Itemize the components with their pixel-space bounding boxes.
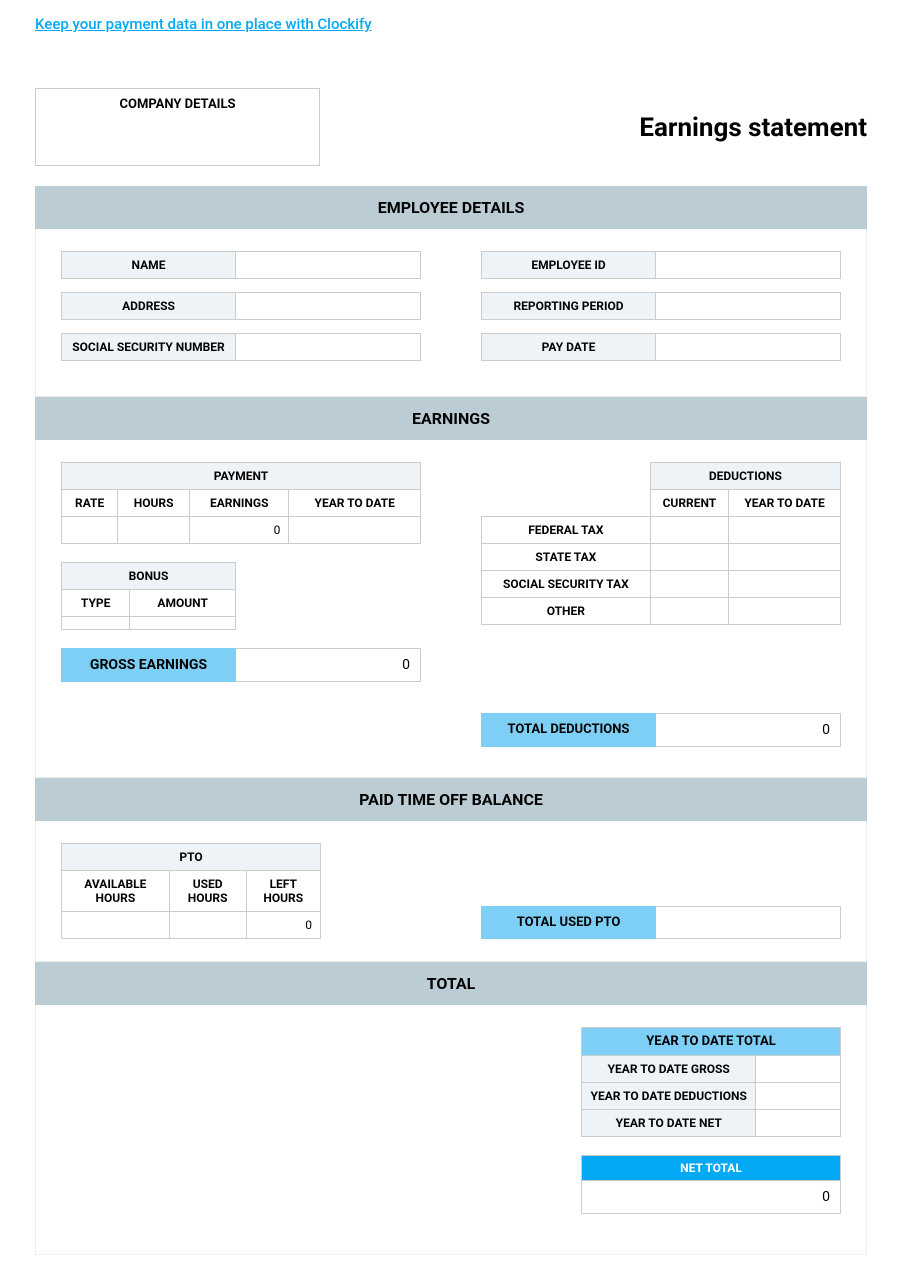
- pto-body: PTO AVAILABLE HOURS USED HOURS LEFT HOUR…: [35, 821, 867, 962]
- gross-earnings-value: 0: [236, 648, 421, 682]
- company-details-box: COMPANY DETAILS: [35, 88, 320, 166]
- ytd-deductions-label: YEAR TO DATE DEDUCTIONS: [582, 1083, 756, 1110]
- bonus-header: BONUS: [62, 563, 236, 590]
- name-label: NAME: [61, 251, 236, 279]
- page-title: Earnings statement: [639, 113, 867, 143]
- pto-row: 0: [62, 912, 321, 939]
- name-value[interactable]: [236, 251, 421, 279]
- payment-hours[interactable]: [118, 517, 190, 544]
- deduction-ss-label: SOCIAL SECURITY TAX: [482, 571, 651, 598]
- deduction-ss-ytd[interactable]: [729, 571, 841, 598]
- ssn-label: SOCIAL SECURITY NUMBER: [61, 333, 236, 361]
- gross-earnings-label: GROSS EARNINGS: [61, 648, 236, 682]
- bonus-col-amount: AMOUNT: [130, 590, 236, 617]
- payment-col-earnings: EARNINGS: [190, 490, 289, 517]
- deduction-row: SOCIAL SECURITY TAX: [482, 571, 841, 598]
- ytd-total-table: YEAR TO DATE TOTAL YEAR TO DATE GROSS YE…: [581, 1027, 841, 1137]
- pto-col-left: LEFT HOURS: [246, 871, 320, 912]
- promo-link[interactable]: Keep your payment data in one place with…: [35, 15, 372, 33]
- deduction-federal-current[interactable]: [650, 517, 728, 544]
- deduction-state-current[interactable]: [650, 544, 728, 571]
- payment-ytd[interactable]: [289, 517, 421, 544]
- total-deductions-value: 0: [656, 713, 841, 747]
- payment-row: 0: [62, 517, 421, 544]
- deduction-row: STATE TAX: [482, 544, 841, 571]
- ytd-net-label: YEAR TO DATE NET: [582, 1110, 756, 1137]
- deduction-row: OTHER: [482, 598, 841, 625]
- deduction-state-ytd[interactable]: [729, 544, 841, 571]
- total-body: YEAR TO DATE TOTAL YEAR TO DATE GROSS YE…: [35, 1005, 867, 1255]
- payment-rate[interactable]: [62, 517, 118, 544]
- deduction-other-current[interactable]: [650, 598, 728, 625]
- deductions-col-current: CURRENT: [650, 490, 728, 517]
- deduction-federal-ytd[interactable]: [729, 517, 841, 544]
- bonus-amount[interactable]: [130, 617, 236, 630]
- bonus-type[interactable]: [62, 617, 130, 630]
- ytd-total-header: YEAR TO DATE TOTAL: [582, 1028, 841, 1056]
- deduction-other-label: OTHER: [482, 598, 651, 625]
- section-header-employee: EMPLOYEE DETAILS: [35, 186, 867, 229]
- pto-table: PTO AVAILABLE HOURS USED HOURS LEFT HOUR…: [61, 843, 321, 939]
- deductions-table: DEDUCTIONS CURRENT YEAR TO DATE FEDERAL …: [481, 462, 841, 625]
- deductions-header: DEDUCTIONS: [650, 463, 840, 490]
- ytd-gross-label: YEAR TO DATE GROSS: [582, 1056, 756, 1083]
- section-header-earnings: EARNINGS: [35, 397, 867, 440]
- ssn-value[interactable]: [236, 333, 421, 361]
- pto-used[interactable]: [169, 912, 246, 939]
- payment-col-rate: RATE: [62, 490, 118, 517]
- net-total-table: NET TOTAL 0: [581, 1155, 841, 1214]
- payment-earnings[interactable]: 0: [190, 517, 289, 544]
- total-used-pto-value: [656, 906, 841, 939]
- bonus-col-type: TYPE: [62, 590, 130, 617]
- ytd-gross-value: [756, 1056, 841, 1083]
- deduction-row: FEDERAL TAX: [482, 517, 841, 544]
- total-deductions-label: TOTAL DEDUCTIONS: [481, 713, 656, 747]
- net-total-label: NET TOTAL: [582, 1156, 841, 1181]
- pto-available[interactable]: [62, 912, 170, 939]
- payment-col-hours: HOURS: [118, 490, 190, 517]
- pto-col-available: AVAILABLE HOURS: [62, 871, 170, 912]
- deductions-col-ytd: YEAR TO DATE: [729, 490, 841, 517]
- bonus-row: [62, 617, 236, 630]
- payment-table: PAYMENT RATE HOURS EARNINGS YEAR TO DATE…: [61, 462, 421, 544]
- net-total-value: 0: [582, 1181, 841, 1214]
- address-value[interactable]: [236, 292, 421, 320]
- ytd-deductions-value: [756, 1083, 841, 1110]
- employee-id-value[interactable]: [656, 251, 841, 279]
- payment-col-ytd: YEAR TO DATE: [289, 490, 421, 517]
- deduction-other-ytd[interactable]: [729, 598, 841, 625]
- total-used-pto-label: TOTAL USED PTO: [481, 906, 656, 939]
- pto-header: PTO: [62, 844, 321, 871]
- section-header-pto: PAID TIME OFF BALANCE: [35, 778, 867, 821]
- earnings-body: PAYMENT RATE HOURS EARNINGS YEAR TO DATE…: [35, 440, 867, 778]
- employee-id-label: EMPLOYEE ID: [481, 251, 656, 279]
- reporting-period-value[interactable]: [656, 292, 841, 320]
- pay-date-value[interactable]: [656, 333, 841, 361]
- deduction-federal-label: FEDERAL TAX: [482, 517, 651, 544]
- deduction-ss-current[interactable]: [650, 571, 728, 598]
- address-label: ADDRESS: [61, 292, 236, 320]
- pto-col-used: USED HOURS: [169, 871, 246, 912]
- section-header-total: TOTAL: [35, 962, 867, 1005]
- payment-header: PAYMENT: [62, 463, 421, 490]
- reporting-period-label: REPORTING PERIOD: [481, 292, 656, 320]
- ytd-net-value: [756, 1110, 841, 1137]
- deduction-state-label: STATE TAX: [482, 544, 651, 571]
- pto-left[interactable]: 0: [246, 912, 320, 939]
- bonus-table: BONUS TYPE AMOUNT: [61, 562, 236, 630]
- employee-details-body: NAME ADDRESS SOCIAL SECURITY NUMBER EMPL…: [35, 229, 867, 397]
- pay-date-label: PAY DATE: [481, 333, 656, 361]
